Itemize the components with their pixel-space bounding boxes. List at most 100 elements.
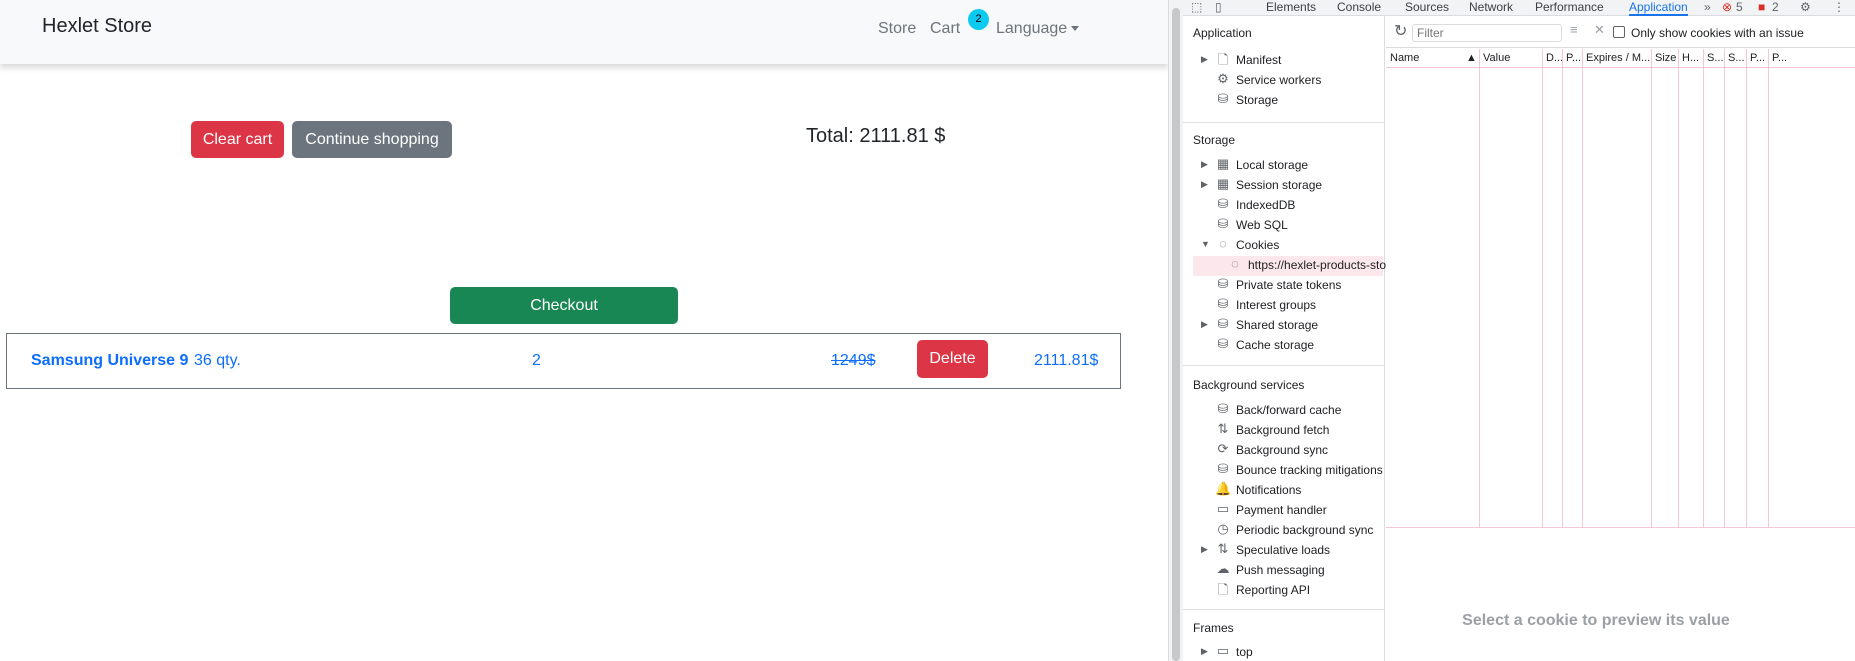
sidebar-item-web-sql[interactable]: ⛁ Web SQL <box>1193 216 1383 236</box>
sidebar-item-cookies[interactable]: ▼ ◌ Cookies <box>1193 236 1383 256</box>
sidebar-item-push-messaging[interactable]: ☁ Push messaging <box>1193 561 1383 581</box>
tab-elements[interactable]: Elements <box>1266 0 1316 14</box>
column-header[interactable]: P... <box>1772 52 1787 64</box>
sidebar-item-private-state-tokens[interactable]: ⛁ Private state tokens <box>1193 276 1383 296</box>
column-divider[interactable] <box>1562 49 1563 527</box>
sidebar-item-storage[interactable]: ⛁ Storage <box>1193 91 1383 111</box>
column-divider[interactable] <box>1678 49 1679 527</box>
bell-icon: 🔔 <box>1215 481 1232 496</box>
language-label: Language <box>996 20 1068 37</box>
table-icon: ▦ <box>1216 176 1230 191</box>
error-icon[interactable]: ⊗ <box>1722 0 1732 14</box>
checkout-button[interactable]: Checkout <box>450 287 678 324</box>
tab-performance[interactable]: Performance <box>1535 0 1604 14</box>
page-scrollbar[interactable] <box>1168 0 1183 661</box>
column-header[interactable]: Value <box>1483 52 1510 64</box>
sidebar-item-label: Manifest <box>1236 53 1282 67</box>
delete-item-button[interactable]: Delete <box>917 340 988 378</box>
nav-cart-link[interactable]: Cart <box>930 20 960 38</box>
sidebar-item-service-workers[interactable]: ⚙ Service workers <box>1193 71 1383 91</box>
sidebar-item-reporting-api[interactable]: 🗋 Reporting API <box>1193 581 1383 601</box>
tab-network[interactable]: Network <box>1469 0 1513 14</box>
section-background-title: Background services <box>1193 378 1305 392</box>
error-count[interactable]: 5 <box>1736 0 1743 14</box>
brand-logo[interactable]: Hexlet Store <box>42 15 152 38</box>
issue-icon[interactable]: ■ <box>1758 0 1765 14</box>
collapsed-triangle-icon[interactable]: ▶ <box>1201 54 1208 65</box>
section-storage-title: Storage <box>1193 133 1236 147</box>
sidebar-item-speculative-loads[interactable]: ▶ ⇅ Speculative loads <box>1193 541 1383 561</box>
more-tabs-icon[interactable]: » <box>1704 0 1711 14</box>
sidebar-item-shared-storage[interactable]: ▶ ⛁ Shared storage <box>1193 316 1383 336</box>
column-divider[interactable] <box>1542 49 1543 527</box>
scrollbar-thumb[interactable] <box>1172 8 1180 661</box>
collapsed-triangle-icon[interactable]: ▶ <box>1201 179 1208 190</box>
column-divider[interactable] <box>1651 49 1652 527</box>
arrows-icon: ⇅ <box>1217 541 1229 556</box>
sidebar-item-top[interactable]: ▶ ▭ top <box>1193 643 1383 661</box>
only-issue-checkbox[interactable] <box>1613 26 1625 38</box>
column-divider[interactable] <box>1479 49 1480 527</box>
collapsed-triangle-icon[interactable]: ▶ <box>1201 159 1208 170</box>
sidebar-item-label: Background sync <box>1236 443 1329 457</box>
sidebar-item-label: IndexedDB <box>1236 198 1296 212</box>
collapsed-triangle-icon[interactable]: ▶ <box>1201 646 1208 657</box>
sidebar-item-label: Back/forward cache <box>1236 403 1342 417</box>
column-header[interactable]: S... <box>1707 52 1724 64</box>
device-toolbar-icon[interactable]: ▯ <box>1215 0 1222 14</box>
sort-ascending-icon[interactable]: ▲ <box>1466 52 1477 64</box>
column-header[interactable]: P... <box>1750 52 1765 64</box>
column-divider[interactable] <box>1582 49 1583 527</box>
more-options-icon[interactable]: ⋮ <box>1833 0 1845 14</box>
column-header[interactable]: P... <box>1566 52 1581 64</box>
column-header[interactable]: Size <box>1655 52 1676 64</box>
collapsed-triangle-icon[interactable]: ▶ <box>1201 319 1208 330</box>
sidebar-item-background-fetch[interactable]: ⇅ Background fetch <box>1193 421 1383 441</box>
column-header[interactable]: S... <box>1728 52 1745 64</box>
inspect-element-icon[interactable]: ⬚ <box>1191 0 1202 14</box>
tab-console[interactable]: Console <box>1337 0 1381 14</box>
continue-shopping-button[interactable]: Continue shopping <box>292 121 452 158</box>
collapsed-triangle-icon[interactable]: ▶ <box>1201 544 1208 555</box>
clear-filtered-icon[interactable]: ≡ <box>1570 22 1578 37</box>
language-dropdown[interactable]: Language <box>996 20 1080 38</box>
column-divider[interactable] <box>1703 49 1704 527</box>
sidebar-item-background-sync[interactable]: ⟳ Background sync <box>1193 441 1383 461</box>
settings-gear-icon[interactable]: ⚙ <box>1800 0 1811 14</box>
sidebar-item-session-storage[interactable]: ▶ ▦ Session storage <box>1193 176 1383 196</box>
sidebar-item-payment-handler[interactable]: ▭ Payment handler <box>1193 501 1383 521</box>
column-header[interactable]: Name <box>1390 52 1419 64</box>
sidebar-item-local-storage[interactable]: ▶ ▦ Local storage <box>1193 156 1383 176</box>
database-icon: ⛁ <box>1217 336 1229 351</box>
column-header[interactable]: D... <box>1546 52 1563 64</box>
sidebar-item-manifest[interactable]: ▶ 🗋 Manifest <box>1193 51 1383 71</box>
product-name[interactable]: Samsung Universe 9 <box>31 352 188 370</box>
product-count: 2 <box>532 352 541 369</box>
column-divider[interactable] <box>1768 49 1769 527</box>
nav-store-link[interactable]: Store <box>878 20 916 38</box>
cart-count-badge: 2 <box>968 9 989 30</box>
expanded-triangle-icon[interactable]: ▼ <box>1201 239 1210 249</box>
sidebar-item-cache-storage[interactable]: ⛁ Cache storage <box>1193 336 1383 356</box>
column-divider[interactable] <box>1724 49 1725 527</box>
sidebar-item-https-hexlet-products-sto[interactable]: ◌ https://hexlet-products-sto <box>1193 256 1386 276</box>
sidebar-item-periodic-background-sync[interactable]: ◷ Periodic background sync <box>1193 521 1383 541</box>
database-icon: ⛁ <box>1217 196 1229 211</box>
delete-selected-icon[interactable]: ✕ <box>1594 22 1605 38</box>
sidebar-item-bounce-tracking-mitigations[interactable]: ⛁ Bounce tracking mitigations <box>1193 461 1383 481</box>
cookie-icon: ◌ <box>1219 236 1227 251</box>
sidebar-item-interest-groups[interactable]: ⛁ Interest groups <box>1193 296 1383 316</box>
column-divider[interactable] <box>1746 49 1747 527</box>
sidebar-item-notifications[interactable]: 🔔 Notifications <box>1193 481 1383 501</box>
issue-count[interactable]: 2 <box>1772 0 1779 14</box>
sidebar-item-indexeddb[interactable]: ⛁ IndexedDB <box>1193 196 1383 216</box>
sidebar-item-back-forward-cache[interactable]: ⛁ Back/forward cache <box>1193 401 1383 421</box>
database-icon: ⛁ <box>1217 216 1229 231</box>
clear-cart-button[interactable]: Clear cart <box>191 121 284 158</box>
tab-application[interactable]: Application <box>1629 0 1688 16</box>
column-header[interactable]: Expires / M... <box>1586 52 1650 64</box>
refresh-icon[interactable]: ↻ <box>1394 21 1407 41</box>
column-header[interactable]: H... <box>1682 52 1699 64</box>
cookie-filter-input[interactable] <box>1412 24 1562 42</box>
tab-sources[interactable]: Sources <box>1405 0 1449 14</box>
